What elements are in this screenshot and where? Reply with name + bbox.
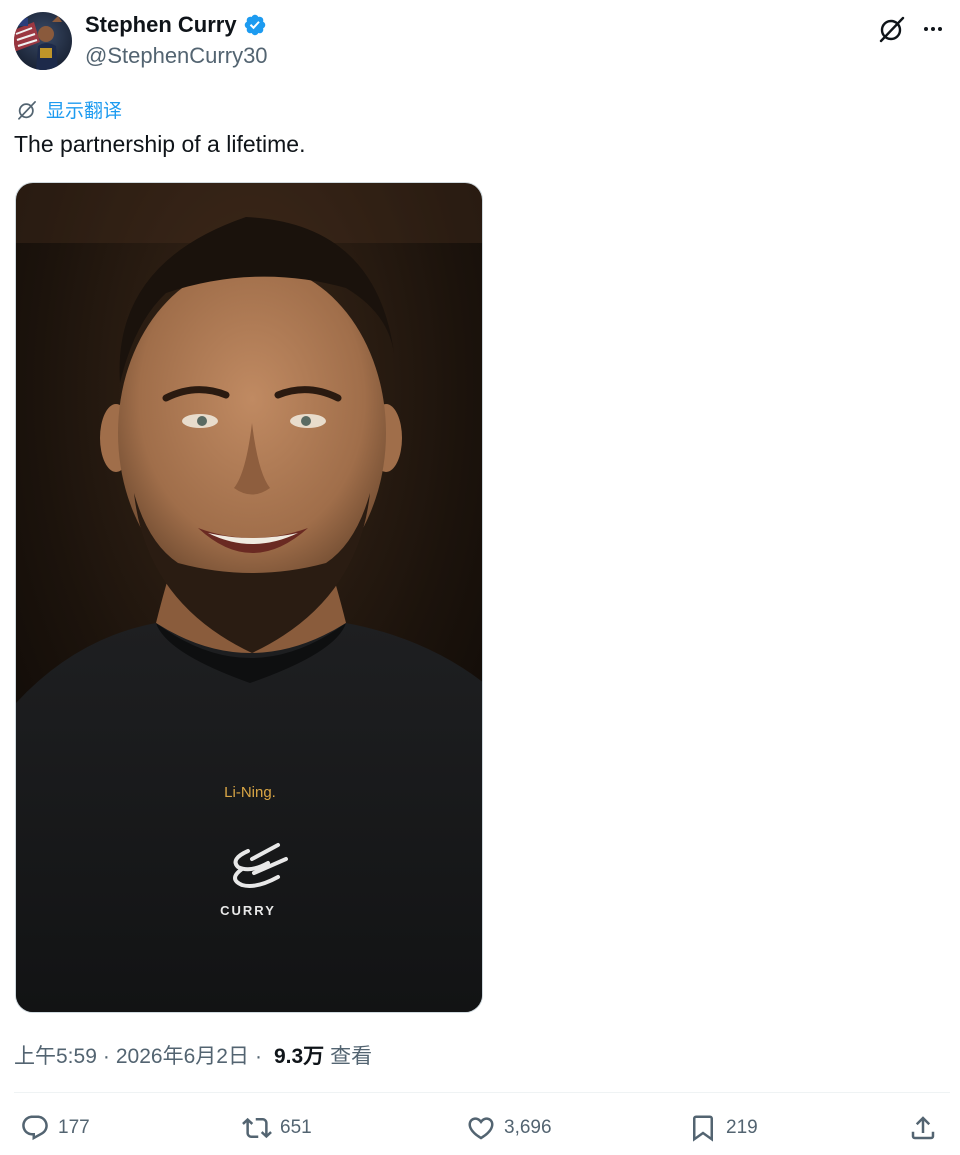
reply-icon [22, 1115, 48, 1141]
repost-icon [242, 1117, 272, 1139]
grok-icon[interactable] [877, 14, 907, 44]
show-translation-link[interactable]: 显示翻译 [16, 96, 122, 123]
tweet-date[interactable]: 2026年6月2日 [116, 1040, 249, 1070]
grok-icon [18, 100, 36, 120]
author-handle[interactable]: @StephenCurry30 [85, 43, 268, 69]
tweet-time[interactable]: 上午5:59 [14, 1040, 97, 1070]
action-bar: 177 651 3,696 219 [14, 1108, 950, 1148]
meta-separator: · [102, 1045, 110, 1068]
bookmark-button[interactable]: 219 [688, 1108, 758, 1148]
shirt-logo-text: CURRY [220, 903, 276, 918]
author-display-name[interactable]: Stephen Curry [85, 12, 237, 38]
share-button[interactable] [908, 1108, 938, 1148]
reply-count: 177 [58, 1117, 90, 1138]
tweet-meta: 上午5:59 · 2026年6月2日 · 9.3万 查看 [14, 1040, 372, 1070]
more-icon[interactable] [918, 14, 948, 44]
tweet-media-image[interactable]: Li-Ning. CURRY [15, 182, 483, 1013]
repost-count: 651 [280, 1117, 312, 1138]
repost-button[interactable]: 651 [242, 1108, 312, 1148]
portrait-photo: Li-Ning. CURRY [16, 183, 482, 1012]
meta-separator: · [254, 1045, 262, 1068]
share-icon [911, 1116, 935, 1140]
bookmark-count: 219 [726, 1117, 758, 1138]
show-translation-label[interactable]: 显示翻译 [46, 96, 122, 123]
tweet-header: Stephen Curry @StephenCurry30 [14, 10, 950, 72]
reply-button[interactable]: 177 [20, 1108, 90, 1148]
verified-badge-icon [244, 14, 265, 36]
like-button[interactable]: 3,696 [466, 1108, 552, 1148]
views-count: 9.3万 [273, 1045, 325, 1068]
author-name-row[interactable]: Stephen Curry [85, 12, 267, 38]
avatar[interactable] [14, 12, 72, 70]
shirt-brand-text: Li-Ning. [224, 784, 276, 801]
like-count: 3,696 [504, 1117, 552, 1138]
views-label: 查看 [330, 1045, 373, 1068]
bookmark-icon [693, 1115, 713, 1142]
divider [14, 1092, 950, 1093]
tweet-text: The partnership of a lifetime. [14, 131, 306, 157]
heart-icon [468, 1117, 494, 1140]
